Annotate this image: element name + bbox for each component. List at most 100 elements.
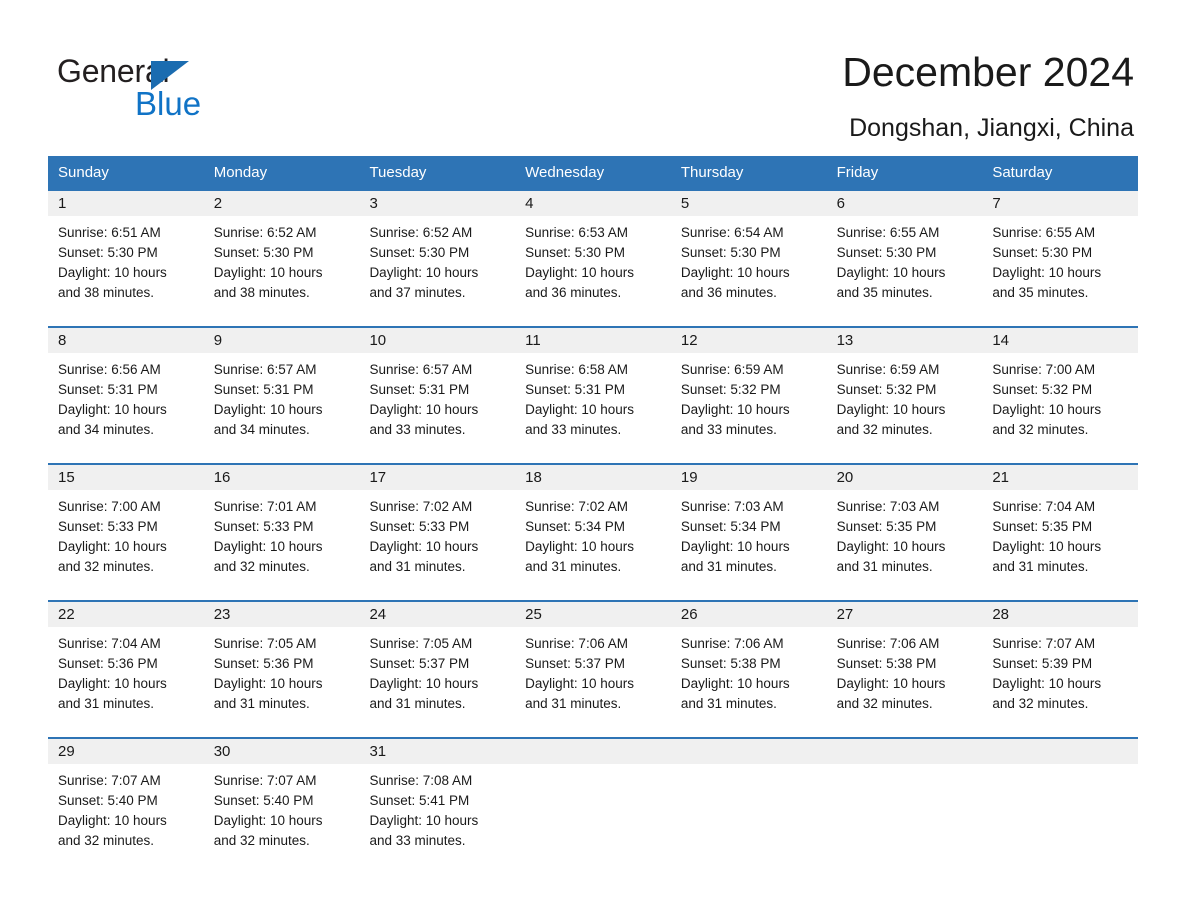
day-number[interactable]: 11 — [515, 328, 671, 353]
day-number-band: 29 30 31 — [48, 739, 1138, 764]
day-number[interactable]: 17 — [359, 465, 515, 490]
day-cell[interactable]: Sunrise: 7:07 AM Sunset: 5:40 PM Dayligh… — [48, 764, 204, 862]
day-cell[interactable]: Sunrise: 7:07 AM Sunset: 5:39 PM Dayligh… — [982, 627, 1138, 737]
day-details-band: Sunrise: 7:00 AM Sunset: 5:33 PM Dayligh… — [48, 490, 1138, 600]
day-number[interactable]: 18 — [515, 465, 671, 490]
day-cell[interactable]: Sunrise: 7:03 AM Sunset: 5:34 PM Dayligh… — [671, 490, 827, 600]
daylight-text-line1: Daylight: 10 hours — [58, 539, 167, 554]
day-cell[interactable]: Sunrise: 7:01 AM Sunset: 5:33 PM Dayligh… — [204, 490, 360, 600]
day-number[interactable]: 5 — [671, 191, 827, 216]
day-cell[interactable]: Sunrise: 6:58 AM Sunset: 5:31 PM Dayligh… — [515, 353, 671, 463]
day-number[interactable]: 13 — [827, 328, 983, 353]
day-number[interactable]: 16 — [204, 465, 360, 490]
day-number[interactable]: 30 — [204, 739, 360, 764]
sunrise-text: Sunrise: 6:51 AM — [58, 225, 161, 240]
day-number[interactable]: 27 — [827, 602, 983, 627]
day-cell[interactable]: Sunrise: 6:56 AM Sunset: 5:31 PM Dayligh… — [48, 353, 204, 463]
day-number[interactable]: 2 — [204, 191, 360, 216]
day-cell[interactable]: Sunrise: 6:55 AM Sunset: 5:30 PM Dayligh… — [827, 216, 983, 326]
daylight-text-line2: and 38 minutes. — [213, 285, 310, 300]
day-number[interactable]: 7 — [982, 191, 1138, 216]
sunset-text: Sunset: 5:30 PM — [213, 245, 314, 260]
daylight-text-line1: Daylight: 10 hours — [213, 265, 323, 280]
day-cell[interactable]: Sunrise: 7:04 AM Sunset: 5:36 PM Dayligh… — [48, 627, 204, 737]
daylight-text-line1: Daylight: 10 hours — [58, 813, 167, 828]
day-cell[interactable]: Sunrise: 7:00 AM Sunset: 5:33 PM Dayligh… — [48, 490, 204, 600]
day-number[interactable]: 6 — [827, 191, 983, 216]
daylight-text-line1: Daylight: 10 hours — [680, 539, 790, 554]
day-cell[interactable]: Sunrise: 6:52 AM Sunset: 5:30 PM Dayligh… — [204, 216, 360, 326]
day-number[interactable]: 10 — [359, 328, 515, 353]
daylight-text-line2: and 32 minutes. — [58, 559, 155, 574]
daylight-text-line2: and 32 minutes. — [836, 422, 933, 437]
day-cell[interactable]: Sunrise: 6:59 AM Sunset: 5:32 PM Dayligh… — [827, 353, 983, 463]
day-details-band: Sunrise: 7:04 AM Sunset: 5:36 PM Dayligh… — [48, 627, 1138, 737]
day-cell[interactable]: Sunrise: 7:08 AM Sunset: 5:41 PM Dayligh… — [359, 764, 515, 862]
day-cell[interactable]: Sunrise: 6:54 AM Sunset: 5:30 PM Dayligh… — [671, 216, 827, 326]
day-number[interactable]: 15 — [48, 465, 204, 490]
sunrise-text: Sunrise: 6:54 AM — [680, 225, 784, 240]
day-number-empty — [671, 739, 827, 764]
day-cell[interactable]: Sunrise: 6:57 AM Sunset: 5:31 PM Dayligh… — [359, 353, 515, 463]
sunset-text: Sunset: 5:41 PM — [369, 793, 470, 808]
daylight-text-line1: Daylight: 10 hours — [369, 265, 479, 280]
day-cell[interactable]: Sunrise: 7:03 AM Sunset: 5:35 PM Dayligh… — [827, 490, 983, 600]
sunset-text: Sunset: 5:30 PM — [369, 245, 470, 260]
day-cell[interactable]: Sunrise: 6:52 AM Sunset: 5:30 PM Dayligh… — [359, 216, 515, 326]
day-cell[interactable]: Sunrise: 7:02 AM Sunset: 5:33 PM Dayligh… — [359, 490, 515, 600]
day-cell[interactable]: Sunrise: 7:00 AM Sunset: 5:32 PM Dayligh… — [982, 353, 1138, 463]
sunset-text: Sunset: 5:30 PM — [836, 245, 937, 260]
day-number[interactable]: 31 — [359, 739, 515, 764]
day-number[interactable]: 8 — [48, 328, 204, 353]
day-cell[interactable]: Sunrise: 6:55 AM Sunset: 5:30 PM Dayligh… — [982, 216, 1138, 326]
daylight-text-line1: Daylight: 10 hours — [369, 539, 479, 554]
day-number[interactable]: 23 — [204, 602, 360, 627]
day-number[interactable]: 19 — [671, 465, 827, 490]
day-number[interactable]: 20 — [827, 465, 983, 490]
day-details-band: Sunrise: 6:51 AM Sunset: 5:30 PM Dayligh… — [48, 216, 1138, 326]
day-number[interactable]: 25 — [515, 602, 671, 627]
day-cell[interactable]: Sunrise: 6:53 AM Sunset: 5:30 PM Dayligh… — [515, 216, 671, 326]
day-cell[interactable]: Sunrise: 7:05 AM Sunset: 5:36 PM Dayligh… — [204, 627, 360, 737]
sunset-text: Sunset: 5:35 PM — [992, 519, 1093, 534]
weekday-header-friday: Friday — [836, 164, 879, 181]
day-number[interactable]: 4 — [515, 191, 671, 216]
day-cell[interactable]: Sunrise: 6:57 AM Sunset: 5:31 PM Dayligh… — [204, 353, 360, 463]
day-number[interactable]: 1 — [48, 191, 204, 216]
day-number[interactable]: 12 — [671, 328, 827, 353]
day-cell[interactable]: Sunrise: 7:07 AM Sunset: 5:40 PM Dayligh… — [204, 764, 360, 862]
day-number[interactable]: 29 — [48, 739, 204, 764]
day-number[interactable]: 28 — [982, 602, 1138, 627]
day-number-band: 8 9 10 11 12 13 14 — [48, 328, 1138, 353]
day-cell[interactable]: Sunrise: 7:06 AM Sunset: 5:37 PM Dayligh… — [515, 627, 671, 737]
day-number[interactable]: 9 — [204, 328, 360, 353]
day-cell[interactable]: Sunrise: 7:05 AM Sunset: 5:37 PM Dayligh… — [359, 627, 515, 737]
day-number[interactable]: 21 — [982, 465, 1138, 490]
day-number[interactable]: 3 — [359, 191, 515, 216]
daylight-text-line1: Daylight: 10 hours — [525, 676, 634, 691]
weekday-header-monday: Monday — [213, 164, 268, 181]
daylight-text-line1: Daylight: 10 hours — [213, 676, 323, 691]
weekday-header-sunday: Sunday — [58, 164, 109, 181]
daylight-text-line1: Daylight: 10 hours — [836, 676, 946, 691]
day-number[interactable]: 24 — [359, 602, 515, 627]
daylight-text-line2: and 34 minutes. — [58, 422, 155, 437]
day-number[interactable]: 22 — [48, 602, 204, 627]
daylight-text-line1: Daylight: 10 hours — [525, 265, 634, 280]
day-cell[interactable]: Sunrise: 6:59 AM Sunset: 5:32 PM Dayligh… — [671, 353, 827, 463]
day-cell[interactable]: Sunrise: 7:06 AM Sunset: 5:38 PM Dayligh… — [671, 627, 827, 737]
day-number[interactable]: 14 — [982, 328, 1138, 353]
day-number[interactable]: 26 — [671, 602, 827, 627]
sunrise-text: Sunrise: 7:06 AM — [680, 636, 784, 651]
sunset-text: Sunset: 5:35 PM — [836, 519, 937, 534]
sunset-text: Sunset: 5:33 PM — [58, 519, 158, 534]
weekday-header-wednesday: Wednesday — [525, 164, 605, 181]
daylight-text-line1: Daylight: 10 hours — [58, 676, 167, 691]
day-cell[interactable]: Sunrise: 7:04 AM Sunset: 5:35 PM Dayligh… — [982, 490, 1138, 600]
day-cell[interactable]: Sunrise: 7:02 AM Sunset: 5:34 PM Dayligh… — [515, 490, 671, 600]
sunrise-text: Sunrise: 7:00 AM — [992, 362, 1096, 377]
general-blue-logo[interactable]: General Blue — [57, 52, 317, 122]
day-cell[interactable]: Sunrise: 6:51 AM Sunset: 5:30 PM Dayligh… — [48, 216, 204, 326]
day-cell[interactable]: Sunrise: 7:06 AM Sunset: 5:38 PM Dayligh… — [827, 627, 983, 737]
sunrise-text: Sunrise: 6:55 AM — [836, 225, 940, 240]
